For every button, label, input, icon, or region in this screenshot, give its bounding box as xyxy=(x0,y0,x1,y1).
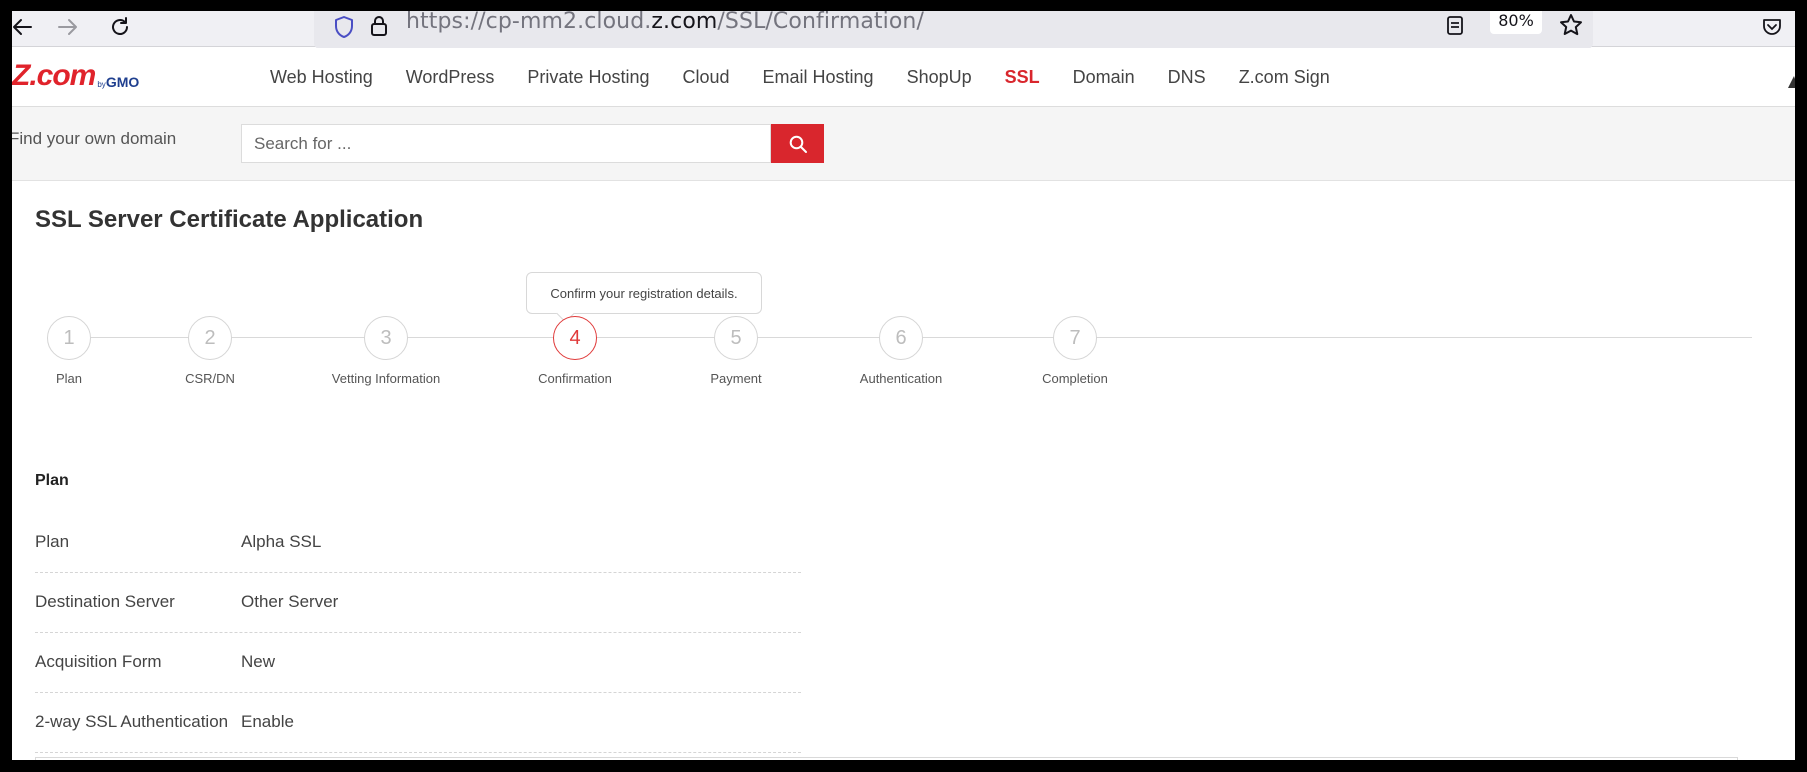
nav-item-cloud[interactable]: Cloud xyxy=(682,67,729,88)
domain-search-button[interactable] xyxy=(771,124,824,163)
table-row: 2-way SSL Authentication Enable xyxy=(35,693,801,753)
plan-row-value: Alpha SSL xyxy=(241,532,322,551)
step-tooltip: Confirm your registration details. xyxy=(526,272,762,314)
step-label: Authentication xyxy=(859,371,943,386)
table-row: Acquisition Form New xyxy=(35,633,801,693)
step-label: Vetting Information xyxy=(331,371,441,386)
plan-section-title: Plan xyxy=(35,472,69,489)
browser-window: https://cp-mm2.cloud.z.com/SSL/Confirmat… xyxy=(12,11,1795,760)
domain-search-label: Find your own domain xyxy=(12,129,177,148)
nav-item-dns[interactable]: DNS xyxy=(1168,67,1206,88)
logo-gmo-text: GMO xyxy=(105,74,140,90)
step-csr-dn: 2 CSR/DN xyxy=(140,316,280,386)
reload-icon xyxy=(112,17,128,35)
table-row: Destination Server Other Server xyxy=(35,573,801,633)
step-number: 3 xyxy=(364,316,408,360)
url-host: z.com xyxy=(651,11,718,34)
zoom-level-badge[interactable]: 80% xyxy=(1490,11,1542,34)
domain-search-input[interactable] xyxy=(241,124,771,163)
url-path: /SSL/Confirmation/ xyxy=(717,11,924,34)
step-label: Payment xyxy=(710,371,762,386)
logo-by-text: by xyxy=(97,80,106,89)
step-number: 2 xyxy=(188,316,232,360)
bookmark-star-icon[interactable] xyxy=(1558,12,1584,38)
search-icon xyxy=(789,135,807,153)
page-title: SSL Server Certificate Application xyxy=(35,206,424,233)
nav-item-shopup[interactable]: ShopUp xyxy=(907,67,972,88)
plan-row-value: New xyxy=(241,652,276,671)
application-stepper: Confirm your registration details. 1 Plan… xyxy=(12,261,1795,411)
step-label: Plan xyxy=(55,371,83,386)
plan-row-label: Plan xyxy=(35,532,70,551)
step-completion: 7 Completion xyxy=(1005,316,1145,386)
step-plan: 1 Plan xyxy=(12,316,139,386)
step-number: 4 xyxy=(553,316,597,360)
shield-icon xyxy=(335,16,353,38)
step-number: 7 xyxy=(1053,316,1097,360)
user-icon[interactable] xyxy=(1788,70,1795,90)
main-nav: Web Hosting WordPress Private Hosting Cloud… xyxy=(270,67,1363,88)
step-vetting-information: 3 Vetting Information xyxy=(316,316,456,386)
nav-item-private-hosting[interactable]: Private Hosting xyxy=(527,67,649,88)
url-text: https://cp-mm2.cloud.z.com/SSL/Confirmat… xyxy=(406,11,924,34)
url-prefix: https://cp-mm2.cloud. xyxy=(406,11,652,34)
nav-item-wordpress[interactable]: WordPress xyxy=(406,67,495,88)
plan-row-label: 2-way SSL Authentication xyxy=(35,712,229,731)
lock-icon xyxy=(371,16,387,36)
next-section-panel xyxy=(35,757,1738,760)
plan-details-table: Plan Alpha SSL Destination Server Other Ser… xyxy=(35,513,801,753)
back-button[interactable] xyxy=(12,11,40,43)
forward-button[interactable] xyxy=(50,11,86,43)
nav-item-ssl[interactable]: SSL xyxy=(1005,67,1040,88)
nav-item-domain[interactable]: Domain xyxy=(1073,67,1135,88)
plan-row-value: Other Server xyxy=(241,592,339,611)
nav-item-email-hosting[interactable]: Email Hosting xyxy=(763,67,874,88)
step-payment: 5 Payment xyxy=(666,316,806,386)
plan-row-label: Acquisition Form xyxy=(35,652,162,671)
step-confirmation: 4 Confirmation xyxy=(505,316,645,386)
plan-row-value: Enable xyxy=(241,712,294,731)
arrow-right-icon xyxy=(58,19,77,35)
step-label: Confirmation xyxy=(538,371,612,386)
step-number: 5 xyxy=(714,316,758,360)
arrow-left-icon xyxy=(13,19,32,35)
pocket-icon xyxy=(1763,19,1781,35)
pocket-button[interactable] xyxy=(1754,11,1790,43)
step-label: Completion xyxy=(1042,371,1108,386)
address-bar[interactable]: https://cp-mm2.cloud.z.com/SSL/Confirmat… xyxy=(314,11,1593,49)
table-row: Plan Alpha SSL xyxy=(35,513,801,573)
zcom-logo[interactable]: Z.com by GMO xyxy=(12,59,140,92)
nav-item-web-hosting[interactable]: Web Hosting xyxy=(270,67,373,88)
nav-item-z-com-sign[interactable]: Z.com Sign xyxy=(1239,67,1330,88)
browser-toolbar: https://cp-mm2.cloud.z.com/SSL/Confirmat… xyxy=(12,11,1795,49)
step-authentication: 6 Authentication xyxy=(831,316,971,386)
reader-view-icon[interactable] xyxy=(1446,14,1464,36)
step-number: 1 xyxy=(47,316,91,360)
reload-button[interactable] xyxy=(102,11,138,43)
domain-search-bar: Find your own domain xyxy=(12,107,1795,181)
step-number: 6 xyxy=(879,316,923,360)
step-label: CSR/DN xyxy=(185,371,235,386)
site-header: Z.com by GMO Web Hosting WordPress Private… xyxy=(12,48,1795,107)
plan-row-label: Destination Server xyxy=(35,592,175,611)
logo-main-text: Z.com xyxy=(12,59,96,92)
